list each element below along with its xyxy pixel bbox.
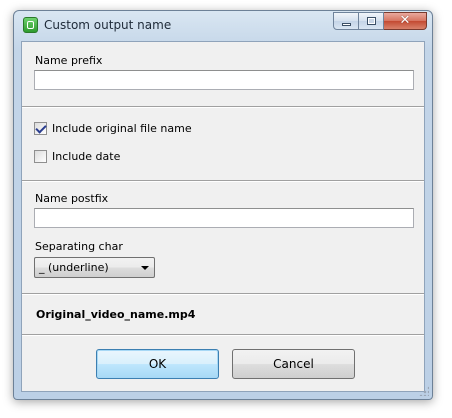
minimize-icon — [342, 23, 351, 26]
close-icon: ✕ — [399, 13, 411, 28]
include-date-label: Include date — [52, 150, 121, 163]
maximize-icon — [367, 17, 376, 25]
include-original-label: Include original file name — [52, 122, 192, 135]
dialog-content: Name prefix Include original file name I… — [21, 41, 425, 392]
divider — [22, 180, 424, 182]
divider — [22, 293, 424, 295]
separating-char-select[interactable]: _ (underline) — [34, 257, 155, 278]
output-name-preview: Original_video_name.mp4 — [36, 308, 196, 321]
maximize-button[interactable] — [359, 12, 384, 30]
window-title: Custom output name — [44, 18, 172, 32]
include-date-checkbox[interactable] — [34, 150, 47, 163]
postfix-label: Name postfix — [35, 192, 109, 205]
prefix-input[interactable] — [34, 70, 414, 90]
divider — [22, 334, 424, 336]
ok-button[interactable]: OK — [96, 349, 219, 379]
title-bar[interactable]: Custom output name ✕ — [14, 11, 432, 41]
divider — [22, 106, 424, 108]
chevron-down-icon — [141, 266, 149, 270]
separating-char-label: Separating char — [35, 240, 123, 253]
postfix-input[interactable] — [34, 208, 414, 228]
include-date-row[interactable]: Include date — [34, 150, 120, 163]
dialog-window: Custom output name ✕ Name prefix Include… — [13, 10, 433, 400]
include-original-row[interactable]: Include original file name — [34, 122, 192, 135]
separating-char-value: _ (underline) — [39, 261, 109, 274]
app-icon — [23, 17, 38, 33]
minimize-button[interactable] — [333, 12, 359, 30]
prefix-label: Name prefix — [35, 54, 103, 67]
close-button[interactable]: ✕ — [384, 12, 427, 30]
cancel-button[interactable]: Cancel — [232, 349, 355, 379]
include-original-checkbox[interactable] — [34, 122, 47, 135]
caption-buttons: ✕ — [333, 12, 427, 30]
